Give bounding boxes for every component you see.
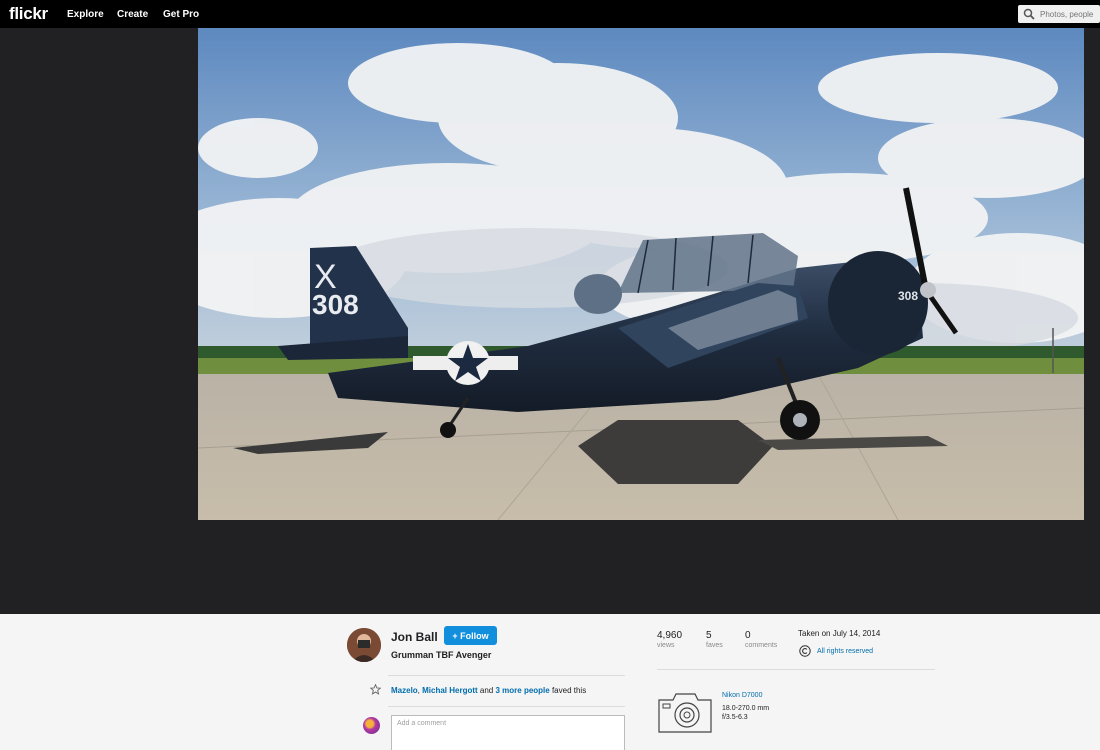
comments-count: 0 bbox=[745, 630, 751, 641]
airplane-photo: X 308 308 bbox=[198, 28, 1084, 520]
views-count: 4,960 bbox=[657, 630, 683, 641]
copyright-icon bbox=[799, 645, 811, 657]
top-nav: flickr Explore Create Get Pro bbox=[0, 0, 1100, 28]
faves-suffix: faved this bbox=[549, 686, 587, 695]
follow-button[interactable]: + Follow bbox=[444, 626, 497, 645]
photo-stage: X 308 308 bbox=[0, 28, 1100, 633]
lens-aperture: f/3.5-6.3 bbox=[722, 714, 748, 721]
views-label: views bbox=[657, 642, 675, 649]
author-name[interactable]: Jon Ball bbox=[391, 630, 438, 644]
search-box[interactable] bbox=[1018, 5, 1100, 23]
flickr-logo[interactable]: flickr bbox=[9, 4, 48, 24]
taken-date[interactable]: Taken on July 14, 2014 bbox=[798, 629, 880, 638]
main-photo[interactable]: X 308 308 bbox=[198, 28, 1084, 520]
lens-focal-range: 18.0-270.0 mm bbox=[722, 705, 770, 712]
nav-explore[interactable]: Explore bbox=[67, 9, 104, 20]
fave-user-link[interactable]: Mazelo bbox=[391, 686, 418, 695]
divider bbox=[657, 669, 935, 670]
star-icon[interactable] bbox=[370, 684, 381, 695]
divider bbox=[388, 675, 625, 676]
current-user-avatar bbox=[363, 717, 380, 734]
divider bbox=[388, 706, 625, 707]
license-link[interactable]: All rights reserved bbox=[817, 648, 873, 655]
search-icon[interactable] bbox=[1023, 8, 1035, 20]
faves-count: 5 bbox=[706, 630, 712, 641]
comments-label: comments bbox=[745, 642, 778, 649]
nav-get-pro[interactable]: Get Pro bbox=[163, 9, 199, 20]
author-avatar[interactable] bbox=[347, 628, 381, 662]
faves-line: Mazelo, Michal Hergott and 3 more people… bbox=[391, 686, 586, 695]
camera-icon[interactable] bbox=[657, 688, 713, 734]
more-faves-link[interactable]: 3 more people bbox=[495, 686, 549, 695]
tail-number: 308 bbox=[312, 289, 359, 320]
cowl-number: 308 bbox=[898, 289, 918, 303]
camera-model-link[interactable]: Nikon D7000 bbox=[722, 692, 762, 699]
photo-info-panel: Jon Ball + Follow Grumman TBF Avenger Ma… bbox=[0, 614, 1100, 750]
faves-label: faves bbox=[706, 642, 723, 649]
avatar-image bbox=[347, 628, 381, 662]
comment-input[interactable] bbox=[391, 715, 625, 750]
search-input[interactable] bbox=[1040, 6, 1098, 22]
nav-create[interactable]: Create bbox=[117, 9, 148, 20]
fave-and: and bbox=[477, 686, 496, 695]
fave-user-link[interactable]: Michal Hergott bbox=[422, 686, 478, 695]
photo-title: Grumman TBF Avenger bbox=[391, 650, 492, 660]
